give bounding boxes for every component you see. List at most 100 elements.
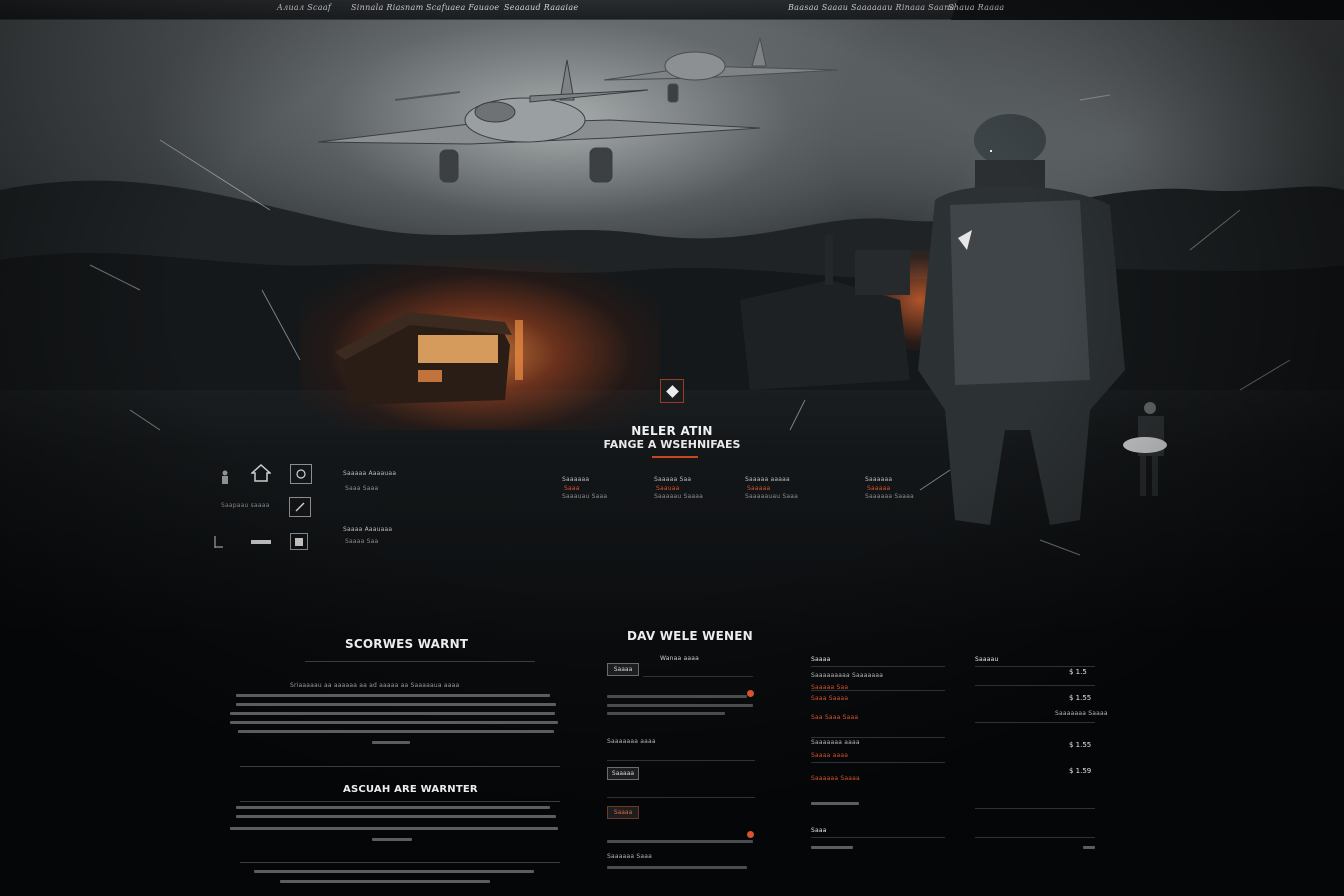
- services-text-line: [372, 741, 410, 744]
- burning-house: [335, 312, 523, 405]
- hero-banner: [0, 0, 1344, 640]
- services-text-line: [236, 806, 550, 809]
- battle-scene: [89, 37, 1291, 556]
- cluster-label-2: Saaaaa Aaaauaa: [343, 470, 397, 477]
- cluster-label-1: Saapaau saaaa: [221, 502, 270, 509]
- news-subtitle: Wanaa aaaa: [660, 655, 699, 662]
- top-navigation: Aлиал Scaaf Sinnala Riasnam Scafuaea Fau…: [0, 0, 1344, 20]
- pricing-row-6[interactable]: Saaaa aaaa: [811, 752, 848, 759]
- pricing-row-line: [811, 737, 945, 738]
- info-col-1-title: Saaaaaa: [562, 476, 590, 483]
- pricing-row-line: [811, 666, 945, 667]
- airplane-back: [603, 37, 839, 103]
- soldier-icon[interactable]: [219, 470, 231, 484]
- nav-link-5[interactable]: Baasaa Saaau: [788, 3, 848, 12]
- pricing-row-1[interactable]: Saaaaaaaaa Saaaaaaa: [811, 672, 883, 679]
- hero-badge-icon[interactable]: [660, 379, 684, 403]
- flag-icon[interactable]: [212, 535, 224, 549]
- services-text-line: [372, 838, 412, 841]
- house-icon[interactable]: [251, 463, 271, 483]
- news-title: DAV WELE WENEN: [627, 629, 753, 643]
- info-col-4-title: Saaaaaa: [865, 476, 893, 483]
- news-item3-meta: Saaaaaa Saaa: [607, 853, 653, 860]
- cluster-label-2-sub: Saaa Saaa: [345, 485, 379, 492]
- news-row-line: [607, 760, 755, 761]
- nav-link-4[interactable]: Seaaaud Raaaiae: [504, 3, 578, 12]
- info-col-3-line2: Saaaaauau Saaa: [745, 493, 799, 500]
- pricing-row-3[interactable]: Saaa Saaaa: [811, 695, 848, 702]
- price-4: $ 1.59: [1069, 767, 1092, 775]
- nav-link-1[interactable]: Aлиал Scaaf: [277, 3, 331, 12]
- info-col-2-line1: Saauaa: [656, 485, 680, 492]
- news-text-line: [607, 866, 747, 869]
- pricing-row-7[interactable]: Saaaaaa Saaaa: [811, 775, 860, 782]
- news-chip-1[interactable]: Saaaa: [607, 663, 639, 676]
- hero-title: NELER ATIN: [631, 424, 713, 438]
- services-text-line: [254, 870, 534, 873]
- small-soldier: [1123, 402, 1167, 496]
- info-col-1-line1: Saaa: [564, 485, 580, 492]
- news-row-line: [607, 797, 755, 798]
- news-row-line: [643, 676, 753, 677]
- pricing-col2-note: Saaaaaaa Saaaa: [1055, 710, 1108, 717]
- services-text-line: [230, 712, 555, 715]
- pencil-icon[interactable]: [289, 497, 311, 517]
- news-chip-2[interactable]: Saaaaa: [607, 767, 639, 780]
- hero-subtitle: FANGE A WSEHNIFAES: [603, 438, 741, 451]
- pricing-row-line: [811, 690, 945, 691]
- services-section2-title: ASCUAH ARE WARNTER: [343, 784, 478, 795]
- pricing-row-line: [975, 666, 1095, 667]
- nav-right-panel: [950, 0, 1344, 20]
- target-icon[interactable]: [290, 464, 312, 484]
- pricing-col1-title: Saaaa: [811, 656, 831, 663]
- news-text-line: [607, 695, 747, 698]
- info-col-3-title: Saaaaa aaaaa: [745, 476, 790, 483]
- info-col-2-title: Saaaaa Saa: [654, 476, 692, 483]
- info-col-1-line2: Saaauau Saaa: [562, 493, 608, 500]
- pricing-row-line: [975, 722, 1095, 723]
- price-1: $ 1.5: [1069, 668, 1087, 676]
- cluster-label-3-sub: Saaaa Saa: [345, 538, 379, 545]
- pricing-row-5[interactable]: Saaaaaaa aaaa: [811, 739, 860, 746]
- progress-icon[interactable]: [251, 540, 271, 544]
- pricing-col2-title: Saaaau: [975, 656, 999, 663]
- nav-link-7[interactable]: Shaua Raaaa: [948, 3, 1004, 12]
- pricing-row-4[interactable]: Saa Saaa Saaa: [811, 714, 858, 721]
- pricing-row-line: [811, 837, 945, 838]
- news-text-line: [607, 704, 753, 707]
- pricing-text-line: [811, 846, 853, 849]
- hero-accent-rule: [652, 456, 698, 458]
- pricing-text-line: [811, 802, 859, 805]
- pricing-text-line: [1083, 846, 1095, 849]
- info-col-3-line1: Saaaaa: [747, 485, 771, 492]
- news-text-line: [607, 712, 725, 715]
- services-text-line: [236, 694, 550, 697]
- nav-link-2[interactable]: Sinnala Riasnam: [351, 3, 423, 12]
- pricing-row-line: [811, 762, 945, 763]
- news-marker-dot: [747, 831, 754, 838]
- services-rule-2: [240, 801, 560, 802]
- nav-link-6[interactable]: Saaaaaau Rinaaa Saana: [851, 3, 955, 12]
- services-text-line: [280, 880, 490, 883]
- cluster-label-3: Saaaa Aaauaaa: [343, 526, 393, 533]
- info-col-4-line1: Saaaaa: [867, 485, 891, 492]
- services-title: SCORWES WARNT: [345, 637, 469, 651]
- services-divider: [240, 862, 560, 863]
- soldier-figure: [918, 114, 1125, 525]
- news-marker-dot: [747, 690, 754, 697]
- pricing-row-line: [975, 837, 1095, 838]
- pricing-row-line: [975, 685, 1095, 686]
- price-2: $ 1.55: [1069, 694, 1092, 702]
- price-3: $ 1.55: [1069, 741, 1092, 749]
- services-text-line: [236, 815, 556, 818]
- services-subtitle: Sriaaaaau aa aaaaaa aa ad aaaaa aa Saaaa…: [290, 682, 460, 689]
- news-chip-3[interactable]: Saaaa: [607, 806, 639, 819]
- nav-link-3[interactable]: Scafuaea Fauaoe: [426, 3, 499, 12]
- pricing-col1-footer-title: Saaa: [811, 827, 827, 834]
- services-text-line: [238, 730, 554, 733]
- services-text-line: [230, 721, 558, 724]
- stop-icon[interactable]: [290, 533, 308, 550]
- news-text-line: [607, 840, 753, 843]
- info-col-4-line2: Saaaaaa Saaaa: [865, 493, 914, 500]
- ruined-buildings: [740, 235, 910, 390]
